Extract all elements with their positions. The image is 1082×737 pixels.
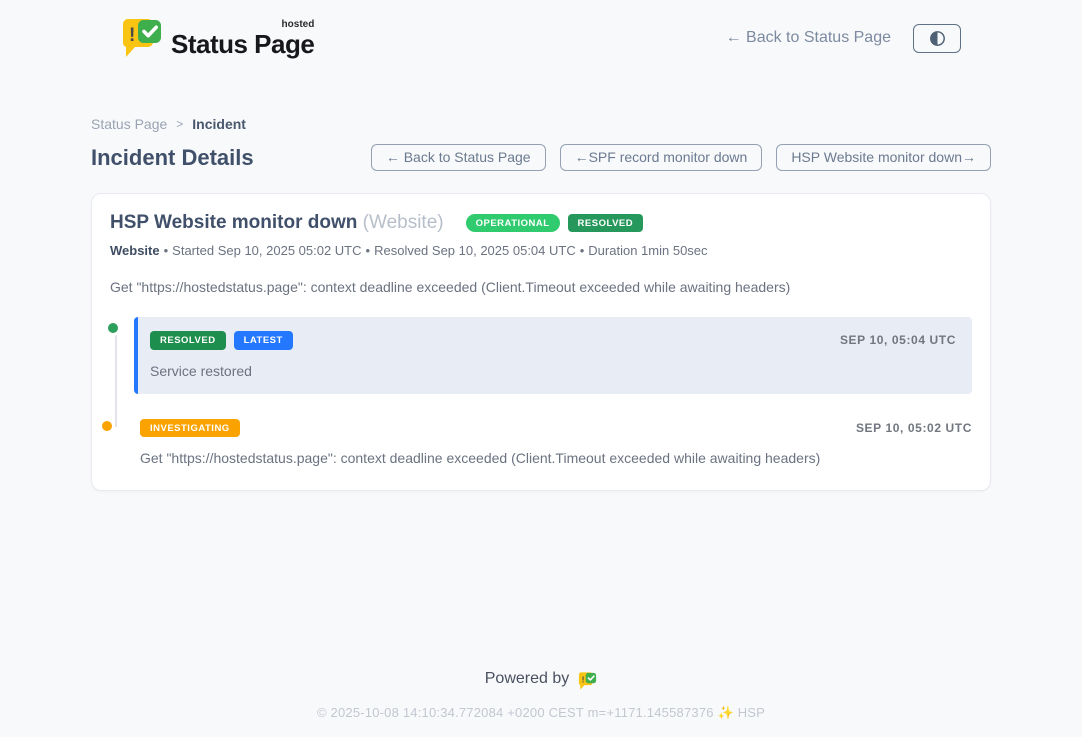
- timeline-connector-line: [115, 331, 117, 427]
- timeline-entry-resolved: RESOLVED LATEST SEP 10, 05:04 UTC Servic…: [134, 317, 972, 394]
- timeline-resolved-badge: RESOLVED: [150, 331, 226, 350]
- incident-title: HSP Website monitor down (Website): [110, 212, 444, 234]
- prev-incident-button[interactable]: ←SPF record monitor down: [560, 144, 763, 171]
- resolved-status-badge: RESOLVED: [568, 214, 644, 233]
- timeline-entry-message: Get "https://hostedstatus.page": context…: [140, 450, 972, 466]
- timeline-dot-green: [105, 320, 121, 336]
- copyright-line: © 2025-10-08 14:10:34.772084 +0200 CEST …: [0, 705, 1082, 721]
- footer: Powered by © 2025-10-08 14:10:34.772084 …: [0, 669, 1082, 721]
- timeline-entry-investigating: INVESTIGATING SEP 10, 05:02 UTC Get "htt…: [134, 419, 972, 467]
- breadcrumb-separator: >: [176, 117, 183, 131]
- incident-scope: (Website): [363, 212, 444, 233]
- back-to-status-page-button[interactable]: ← Back to Status Page: [371, 144, 546, 171]
- logo-superscript: hosted: [282, 20, 315, 30]
- powered-by: Powered by: [485, 669, 598, 689]
- logo[interactable]: hosted Status Page: [121, 16, 314, 60]
- operational-status-badge: OPERATIONAL: [466, 214, 560, 233]
- incident-started: Started Sep 10, 2025 05:02 UTC: [172, 243, 361, 258]
- status-page-logo-icon: [121, 16, 163, 60]
- main-content: Status Page > Incident Incident Details …: [91, 116, 991, 491]
- timeline-entry-timestamp: SEP 10, 05:02 UTC: [856, 421, 972, 435]
- timeline-entry-message: Service restored: [150, 363, 956, 379]
- powered-by-logo-icon: [578, 671, 597, 691]
- breadcrumb-current-incident: Incident: [192, 116, 246, 132]
- page-title: Incident Details: [91, 145, 254, 171]
- incident-title-text: HSP Website monitor down: [110, 212, 357, 233]
- incident-card: HSP Website monitor down (Website) OPERA…: [91, 193, 991, 491]
- incident-duration: Duration 1min 50sec: [588, 243, 707, 258]
- theme-toggle-button[interactable]: [913, 24, 961, 53]
- timeline-dot-orange: [99, 418, 115, 434]
- header-back-to-status-page-link[interactable]: ← Back to Status Page: [726, 29, 891, 47]
- incident-resolved: Resolved Sep 10, 2025 05:04 UTC: [374, 243, 576, 258]
- logo-brand-text: Status Page: [171, 31, 314, 57]
- header: hosted Status Page ← Back to Status Page: [0, 0, 1082, 60]
- contrast-half-circle-icon: [929, 30, 946, 47]
- next-incident-button[interactable]: HSP Website monitor down→: [776, 144, 991, 171]
- powered-by-label: Powered by: [485, 670, 570, 688]
- incident-description: Get "https://hostedstatus.page": context…: [110, 279, 972, 295]
- incident-meta: Website•Started Sep 10, 2025 05:02 UTC•R…: [110, 243, 972, 258]
- breadcrumb: Status Page > Incident: [91, 116, 991, 132]
- incident-timeline: RESOLVED LATEST SEP 10, 05:04 UTC Servic…: [110, 317, 972, 466]
- timeline-latest-badge: LATEST: [234, 331, 293, 350]
- incident-nav-buttons: ← Back to Status Page ←SPF record monito…: [371, 144, 991, 171]
- incident-component: Website: [110, 243, 160, 258]
- timeline-investigating-badge: INVESTIGATING: [140, 419, 240, 438]
- breadcrumb-status-page-link[interactable]: Status Page: [91, 116, 167, 132]
- timeline-entry-timestamp: SEP 10, 05:04 UTC: [840, 333, 956, 347]
